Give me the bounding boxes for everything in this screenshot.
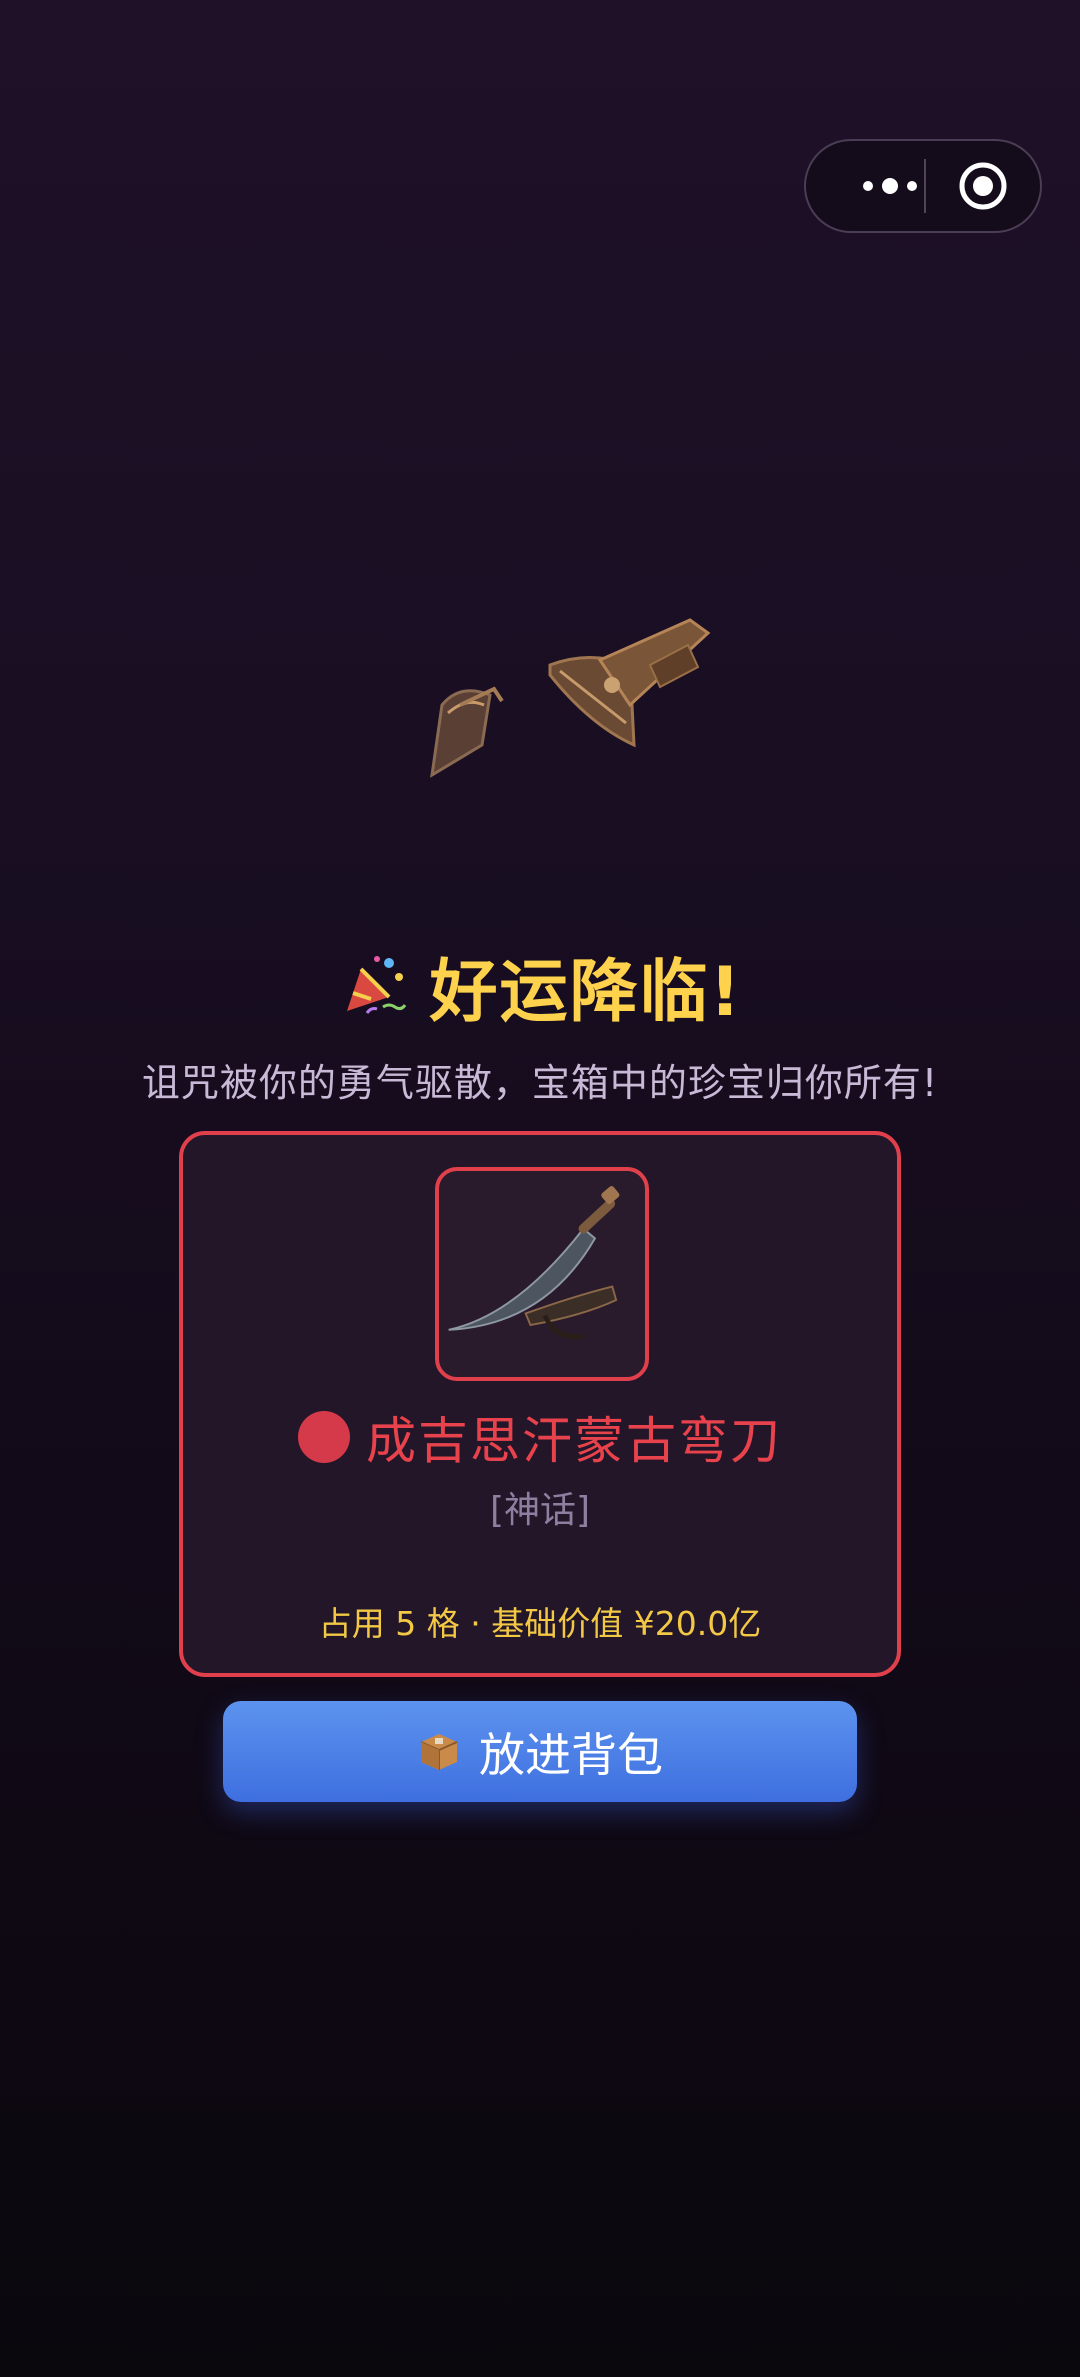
item-name: 成吉思汗蒙古弯刀 <box>366 1412 782 1470</box>
item-image-frame <box>435 1167 649 1381</box>
result-title-row: 好运降临! <box>0 940 1080 1032</box>
target-circle-icon[interactable] <box>958 161 1008 211</box>
curved-sabre-icon <box>448 1186 620 1340</box>
page-title: 好运降临! <box>429 952 743 1032</box>
party-popper-icon <box>347 956 407 1014</box>
item-slot-value: 占用 5 格 · 基础价值 ¥20.0亿 <box>318 1604 762 1643</box>
item-rarity-tier: [神话] <box>489 1490 591 1531</box>
result-subtitle: 诅咒被你的勇气驱散，宝箱中的珍宝归你所有! <box>141 1061 939 1105</box>
reward-card: 成吉思汗蒙古弯刀 [神话] 占用 5 格 · 基础价值 ¥20.0亿 <box>179 1131 901 1677</box>
capsule-divider <box>924 159 926 213</box>
put-in-bag-label: 放进背包 <box>479 1727 663 1782</box>
put-in-bag-button[interactable]: 放进背包 <box>223 1701 857 1802</box>
rarity-dot <box>298 1411 350 1463</box>
opened-chest-icon <box>430 618 711 778</box>
package-icon <box>420 1733 458 1770</box>
item-name-row: 成吉思汗蒙古弯刀 <box>183 1397 897 1477</box>
mini-program-capsule <box>804 139 1042 233</box>
